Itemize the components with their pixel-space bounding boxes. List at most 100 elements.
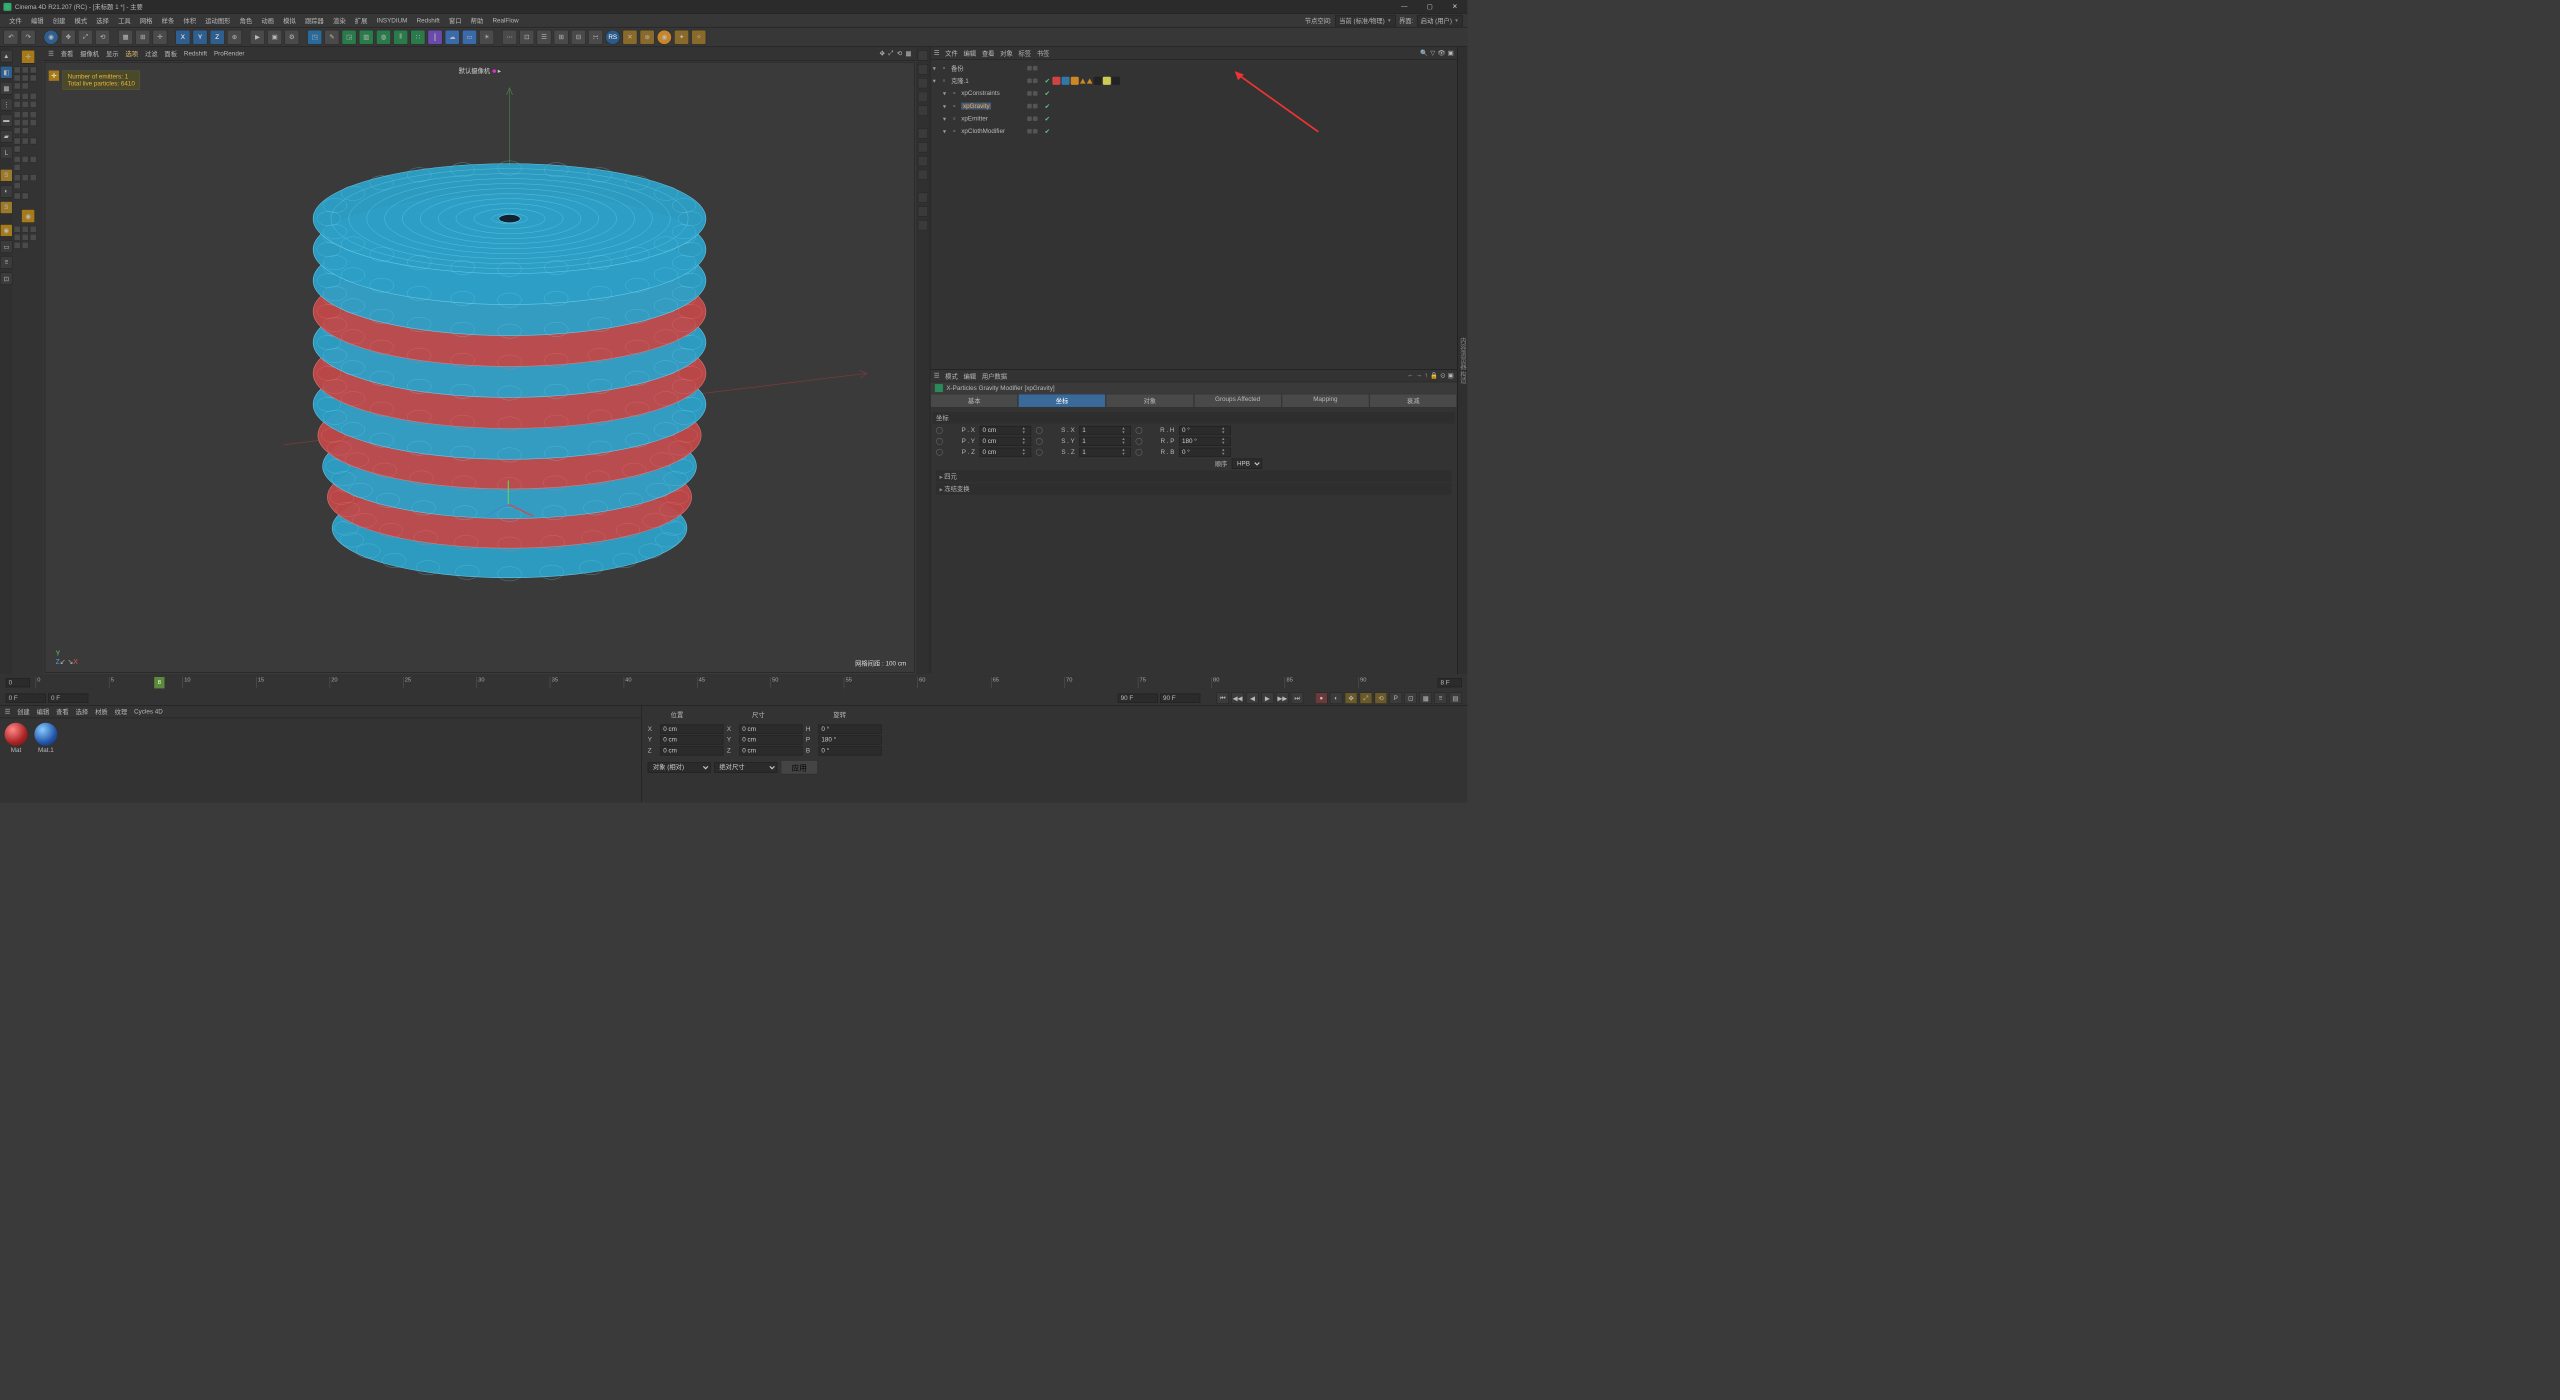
move-tool[interactable]: ✥ bbox=[61, 30, 76, 45]
input-R.P[interactable] bbox=[1180, 437, 1220, 445]
material-Mat.1[interactable]: Mat.1 bbox=[34, 723, 57, 798]
misc-1[interactable]: ⋯ bbox=[502, 30, 517, 45]
objmenu-编辑[interactable]: 编辑 bbox=[963, 48, 976, 57]
misc-3[interactable]: ☰ bbox=[537, 30, 552, 45]
y-axis-toggle[interactable]: Y bbox=[193, 30, 208, 45]
frame-min[interactable]: 0 F bbox=[6, 694, 46, 703]
menu-动画[interactable]: 动画 bbox=[257, 16, 279, 25]
vp-nav-4[interactable]: ▦ bbox=[905, 50, 911, 57]
attrmenu-编辑[interactable]: 编辑 bbox=[963, 371, 976, 380]
key-rot[interactable]: ⟲ bbox=[1375, 692, 1388, 703]
rot-H[interactable] bbox=[819, 725, 882, 734]
xp-button-2[interactable]: ⊛ bbox=[640, 30, 655, 45]
size-Y[interactable] bbox=[739, 735, 802, 744]
coord-mode2[interactable]: 绝对尺寸 bbox=[714, 762, 777, 772]
x-axis-toggle[interactable]: X bbox=[175, 30, 190, 45]
vp-nav-2[interactable]: ⤢ bbox=[888, 50, 893, 57]
place-tool[interactable]: ✛ bbox=[152, 30, 167, 45]
collapse-quaternion[interactable]: 四元 bbox=[936, 471, 1451, 482]
fwd-icon[interactable]: → bbox=[1416, 372, 1422, 379]
object-name[interactable]: xpGravity bbox=[961, 103, 991, 110]
key-opt3[interactable]: ▤ bbox=[1449, 692, 1462, 703]
menu-体积[interactable]: 体积 bbox=[179, 16, 201, 25]
input-P.Y[interactable] bbox=[980, 437, 1020, 445]
apply-button[interactable]: 应用 bbox=[781, 760, 818, 774]
attr-tab-Mapping[interactable]: Mapping bbox=[1281, 394, 1369, 408]
matmenu-查看[interactable]: 查看 bbox=[56, 707, 69, 716]
cube-primitive[interactable]: ◳ bbox=[307, 30, 322, 45]
eye-icon[interactable]: 👁 bbox=[1437, 49, 1445, 56]
menu-编辑[interactable]: 编辑 bbox=[26, 16, 48, 25]
object-name[interactable]: xpEmitter bbox=[961, 115, 988, 122]
object-name[interactable]: 克隆.1 bbox=[951, 76, 969, 85]
step-back[interactable]: ◀◀ bbox=[1231, 692, 1244, 703]
object-tree[interactable]: ▾ ▫ 备份 ▾ ▫ 克隆.1 ✔ ▾ ▫ xpConstraints ✔ ▾ … bbox=[930, 60, 1457, 370]
mograph-gen[interactable]: ⫴ bbox=[393, 30, 408, 45]
frame-cur[interactable]: 0 F bbox=[48, 694, 88, 703]
key-opt2[interactable]: ≡ bbox=[1434, 692, 1447, 703]
object-name[interactable]: xpConstraints bbox=[961, 90, 1000, 97]
snap-2[interactable]: S bbox=[0, 201, 13, 214]
snap-1[interactable]: ◐ bbox=[0, 185, 13, 198]
vp-4[interactable]: ⊡ bbox=[0, 272, 13, 285]
collapse-freeze[interactable]: 冻结变换 bbox=[936, 483, 1451, 494]
enable-check[interactable]: ✔ bbox=[1043, 102, 1051, 109]
hamburger-icon[interactable]: ☰ bbox=[934, 372, 940, 379]
render-settings[interactable]: ⚙ bbox=[284, 30, 299, 45]
attrmenu-用户数据[interactable]: 用户数据 bbox=[982, 371, 1007, 380]
goto-end[interactable]: ⏭ bbox=[1291, 692, 1304, 703]
attr-tab-基本[interactable]: 基本 bbox=[930, 394, 1018, 408]
objmenu-书签[interactable]: 书签 bbox=[1037, 48, 1050, 57]
object-name[interactable]: 备份 bbox=[951, 64, 964, 73]
play-fwd[interactable]: ▶ bbox=[1261, 692, 1274, 703]
attr-tab-Groups Affected[interactable]: Groups Affected bbox=[1194, 394, 1282, 408]
menu-运动图形[interactable]: 运动图形 bbox=[201, 16, 235, 25]
light-obj[interactable]: ☀ bbox=[479, 30, 494, 45]
layout-combo[interactable]: 启动 (用户)▼ bbox=[1417, 15, 1463, 26]
object-row[interactable]: ▾ ▫ 备份 bbox=[930, 62, 1457, 75]
collapsed-panel[interactable]: 内容浏览器 构造 bbox=[1457, 47, 1467, 674]
axis-lock[interactable]: ⊞ bbox=[135, 30, 150, 45]
object-row[interactable]: ▾ ▫ xpEmitter ✔ bbox=[930, 112, 1457, 125]
key-param[interactable]: P bbox=[1389, 692, 1402, 703]
visibility-dots[interactable] bbox=[1027, 91, 1043, 96]
lock-icon[interactable] bbox=[936, 427, 943, 434]
viewtab-ProRender[interactable]: ProRender bbox=[214, 50, 244, 57]
object-row[interactable]: ▾ ▫ xpGravity ✔ bbox=[930, 100, 1457, 113]
uv-mode[interactable]: Ｌ bbox=[0, 146, 13, 159]
hamburger-icon[interactable]: ☰ bbox=[934, 49, 940, 56]
step-fwd[interactable]: ▶▶ bbox=[1276, 692, 1289, 703]
enable-check[interactable]: ✔ bbox=[1043, 115, 1051, 122]
menu-RealFlow[interactable]: RealFlow bbox=[488, 17, 523, 24]
matmenu-编辑[interactable]: 编辑 bbox=[37, 707, 50, 716]
subdiv-surface[interactable]: ◲ bbox=[342, 30, 357, 45]
strip-btn[interactable] bbox=[918, 50, 928, 60]
lock-icon[interactable] bbox=[936, 449, 943, 456]
camera-obj[interactable]: ▭ bbox=[462, 30, 477, 45]
recent-tool[interactable]: ▦ bbox=[118, 30, 133, 45]
viewport-solo[interactable]: ◉ bbox=[0, 224, 13, 237]
frame-maxR[interactable]: 90 F bbox=[1160, 694, 1200, 703]
key-opt1[interactable]: ▦ bbox=[1419, 692, 1432, 703]
goto-start[interactable]: ⏮ bbox=[1216, 692, 1229, 703]
matmenu-创建[interactable]: 创建 bbox=[17, 707, 30, 716]
pos-Y[interactable] bbox=[660, 735, 723, 744]
misc-4[interactable]: ⊞ bbox=[554, 30, 569, 45]
enable-check[interactable]: ✔ bbox=[1043, 128, 1051, 135]
lock-icon[interactable]: 🔒 bbox=[1430, 372, 1438, 379]
menu-扩展[interactable]: 扩展 bbox=[350, 16, 372, 25]
minimize-button[interactable]: — bbox=[1392, 0, 1417, 13]
nodespace-combo[interactable]: 当前 (标准/物理)▼ bbox=[1335, 15, 1395, 26]
back-icon[interactable]: ← bbox=[1407, 372, 1413, 379]
range-start[interactable]: 0 bbox=[6, 678, 30, 687]
attr-tab-对象[interactable]: 对象 bbox=[1106, 394, 1194, 408]
z-axis-toggle[interactable]: Z bbox=[210, 30, 225, 45]
object-name[interactable]: xpClothModifier bbox=[961, 128, 1005, 135]
objmenu-标签[interactable]: 标签 bbox=[1019, 48, 1032, 57]
auto-key[interactable]: ◐ bbox=[1330, 692, 1343, 703]
texture-mode[interactable]: ▦ bbox=[0, 82, 13, 95]
vp-nav-1[interactable]: ✥ bbox=[879, 50, 884, 57]
size-Z[interactable] bbox=[739, 746, 802, 755]
pos-Z[interactable] bbox=[660, 746, 723, 755]
redo-button[interactable]: ↷ bbox=[21, 30, 36, 45]
